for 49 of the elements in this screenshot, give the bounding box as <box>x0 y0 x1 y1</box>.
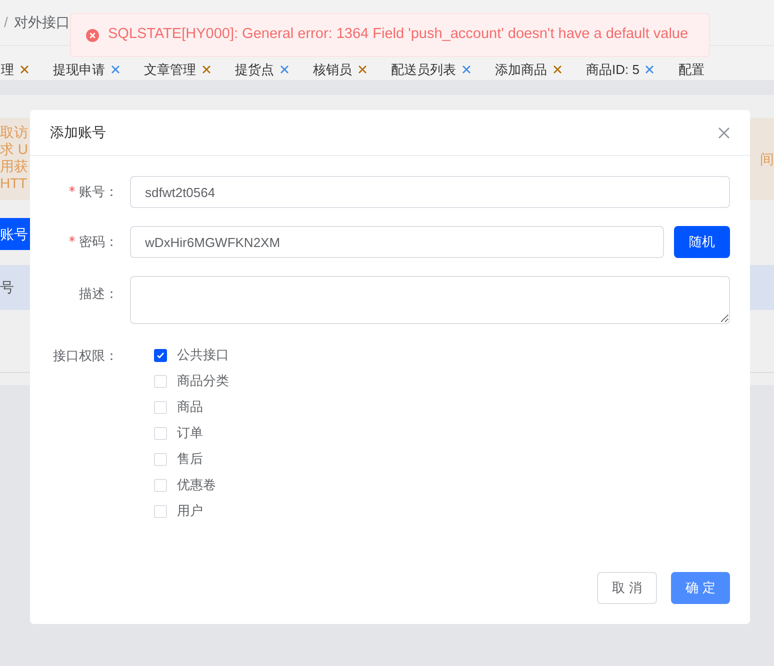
notice-text: HTT <box>0 175 28 192</box>
checkbox[interactable] <box>154 348 167 362</box>
checkbox-label: 商品 <box>177 398 203 416</box>
checkmark-icon <box>156 350 165 360</box>
notice-text: 求 U <box>0 141 28 158</box>
tab[interactable]: 提货点 <box>235 60 289 79</box>
notice-text: 取访 <box>0 124 28 141</box>
tab[interactable]: 配送员列表 <box>391 60 471 79</box>
close-icon[interactable] <box>462 64 471 74</box>
checkbox-label: 售后 <box>177 450 203 468</box>
tab[interactable]: 核销员 <box>313 60 367 79</box>
field-label: 接口权限： <box>53 347 118 365</box>
field-label: 密码： <box>79 233 118 252</box>
checkbox-label: 公共接口 <box>177 346 229 364</box>
tab[interactable]: 文章管理 <box>144 60 211 79</box>
field-label: 账号： <box>79 183 118 202</box>
close-icon[interactable] <box>111 64 120 74</box>
error-message: SQLSTATE[HY000]: General error: 1364 Field 'push_account' doesn't have a default value <box>108 25 688 44</box>
cancel-button[interactable]: 取 消 <box>597 572 657 604</box>
tab[interactable]: 配置 <box>678 60 704 79</box>
notice-text: 用获 <box>0 158 28 175</box>
checkbox-label: 商品分类 <box>177 372 229 390</box>
breadcrumb-item[interactable]: 对外接口 <box>14 12 70 33</box>
close-icon[interactable] <box>280 64 289 74</box>
close-icon[interactable] <box>358 64 367 74</box>
tab[interactable]: 提现申请 <box>53 60 120 79</box>
error-icon <box>86 28 99 42</box>
input-field[interactable]: wDxHir6MGWFKN2XM <box>130 226 664 258</box>
close-icon[interactable] <box>718 126 730 138</box>
notice-text: 间 <box>760 151 774 169</box>
asterisk-icon <box>69 236 75 242</box>
close-icon[interactable] <box>645 64 654 74</box>
close-icon[interactable] <box>202 64 211 74</box>
close-icon[interactable] <box>553 64 562 74</box>
dialog-title: 添加账号 <box>50 123 106 142</box>
table-cell-text: 号 <box>0 278 14 297</box>
asterisk-icon <box>69 186 75 192</box>
random-button[interactable]: 随机 <box>674 226 730 258</box>
checkbox-label: 订单 <box>177 424 203 442</box>
checkbox-label: 用户 <box>177 502 203 520</box>
description-field[interactable] <box>130 276 730 324</box>
breadcrumb-separator: / <box>4 13 8 32</box>
checkbox-label: 优惠卷 <box>177 476 216 494</box>
tab[interactable]: 添加商品 <box>495 60 562 79</box>
tab[interactable]: 商品ID: 5 <box>586 60 654 79</box>
tab[interactable]: 理 <box>1 60 29 79</box>
field-label: 描述： <box>79 285 118 303</box>
input-field[interactable]: sdfwt2t0564 <box>130 176 730 208</box>
close-icon[interactable] <box>20 64 29 74</box>
